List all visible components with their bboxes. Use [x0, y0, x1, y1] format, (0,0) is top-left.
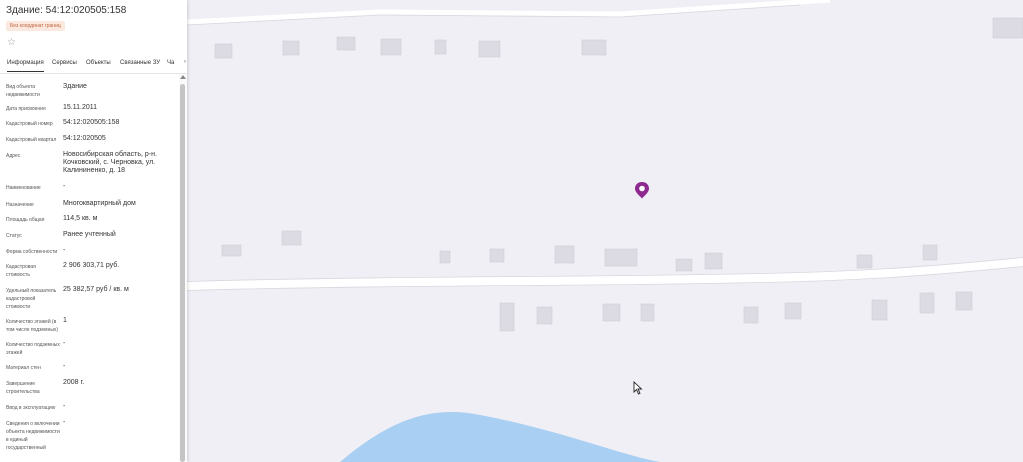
building	[604, 248, 638, 267]
building	[489, 248, 505, 263]
field-label-cadastral-value: Кадастровая стоимость	[6, 264, 36, 278]
building	[554, 245, 575, 264]
building	[380, 38, 402, 56]
tab-bar: Информация Сервисы Объекты Связанные ЗУ …	[0, 55, 187, 74]
building	[992, 17, 1023, 39]
building	[282, 40, 300, 56]
building	[499, 302, 515, 332]
field-label-area: Площадь общая	[6, 217, 45, 223]
building	[922, 244, 938, 261]
building	[675, 258, 693, 272]
building	[704, 252, 723, 270]
tab-partial[interactable]: Ча	[167, 60, 174, 66]
tab-related-land[interactable]: Связанные ЗУ	[120, 60, 160, 66]
building	[784, 302, 802, 320]
building	[581, 39, 607, 56]
field-value-object-type: Здание	[63, 83, 87, 90]
field-value-underground-floors: -	[63, 340, 66, 347]
field-value-construction-completion: 2008 г.	[63, 379, 85, 386]
building	[478, 40, 501, 58]
field-value-floors: 1	[63, 317, 67, 324]
field-value-cadastral-value: 2 906 303,71 руб.	[63, 262, 120, 269]
field-label-state-register-info: Сведения о включении объекта недвижимост…	[6, 421, 60, 451]
field-label-object-type: Вид объекта недвижимости	[6, 84, 40, 98]
tab-objects[interactable]: Объекты	[86, 60, 111, 66]
field-value-address: Новосибирская область, р-н. Кочковский, …	[63, 151, 157, 174]
no-boundaries-badge: Без координат границ	[6, 21, 65, 31]
field-label-floors: Количество этажей (в том числе подземных…	[6, 319, 59, 333]
building	[434, 39, 447, 55]
tab-information[interactable]: Информация	[7, 60, 44, 72]
building	[221, 244, 242, 257]
building	[214, 43, 233, 59]
field-label-address: Адрес	[6, 153, 21, 159]
field-value-wall-material: -	[63, 363, 66, 370]
tab-services[interactable]: Сервисы	[52, 60, 77, 66]
scrollbar-thumb[interactable]	[180, 84, 185, 462]
field-label-name: Наименование	[6, 185, 41, 191]
building	[439, 250, 451, 264]
field-label-status: Статус	[6, 233, 22, 239]
building	[856, 254, 873, 269]
field-label-construction-completion: Завершение строительства	[6, 381, 40, 395]
field-value-cadastral-quarter: 54:12:020505	[63, 135, 106, 142]
panel-title: Здание: 54:12:020505:158	[6, 5, 127, 16]
field-value-name: -	[63, 183, 66, 190]
field-label-assignment-date: Дата присвоения	[6, 106, 46, 112]
field-value-specific-value: 25 382,57 руб / кв. м	[63, 286, 129, 293]
building	[871, 299, 888, 321]
field-value-purpose: Многоквартирный дом	[63, 200, 136, 207]
info-panel: Здание: 54:12:020505:158 Без координат г…	[0, 0, 187, 462]
field-value-assignment-date: 15.11.2011	[63, 104, 97, 111]
building	[955, 291, 973, 311]
field-label-ownership-form: Форма собственности	[6, 249, 58, 255]
field-value-ownership-form: -	[63, 247, 66, 254]
field-value-area: 114,5 кв. м	[63, 215, 98, 222]
building	[919, 292, 935, 314]
field-label-cadastral-quarter: Кадастровый квартал	[6, 137, 57, 143]
field-value-commissioning: -	[63, 403, 66, 410]
field-value-state-register-info: -	[63, 419, 66, 426]
building	[281, 230, 302, 246]
field-label-commissioning: Ввод в эксплуатацию	[6, 405, 56, 411]
field-value-status: Ранее учтенный	[63, 231, 116, 238]
building	[536, 306, 553, 325]
building	[602, 303, 621, 322]
field-label-wall-material: Материал стен	[6, 365, 41, 371]
building	[640, 303, 655, 322]
field-label-purpose: Назначение	[6, 202, 34, 208]
building	[336, 36, 356, 51]
panel-scrollbar[interactable]	[179, 74, 187, 462]
chevron-right-icon[interactable]: ›	[182, 59, 186, 65]
building	[743, 306, 759, 324]
star-icon[interactable]: ☆	[7, 38, 16, 48]
field-value-cadastral-number: 54:12:020505:158	[63, 119, 120, 126]
field-label-cadastral-number: Кадастровый номер	[6, 121, 53, 127]
field-label-underground-floors: Количество подземных этажей	[6, 342, 60, 356]
scroll-up-arrow-icon[interactable]	[180, 75, 186, 79]
field-label-specific-value: Удельный показатель кадастровой стоимост…	[6, 288, 57, 310]
map-pin-hole	[639, 185, 645, 192]
